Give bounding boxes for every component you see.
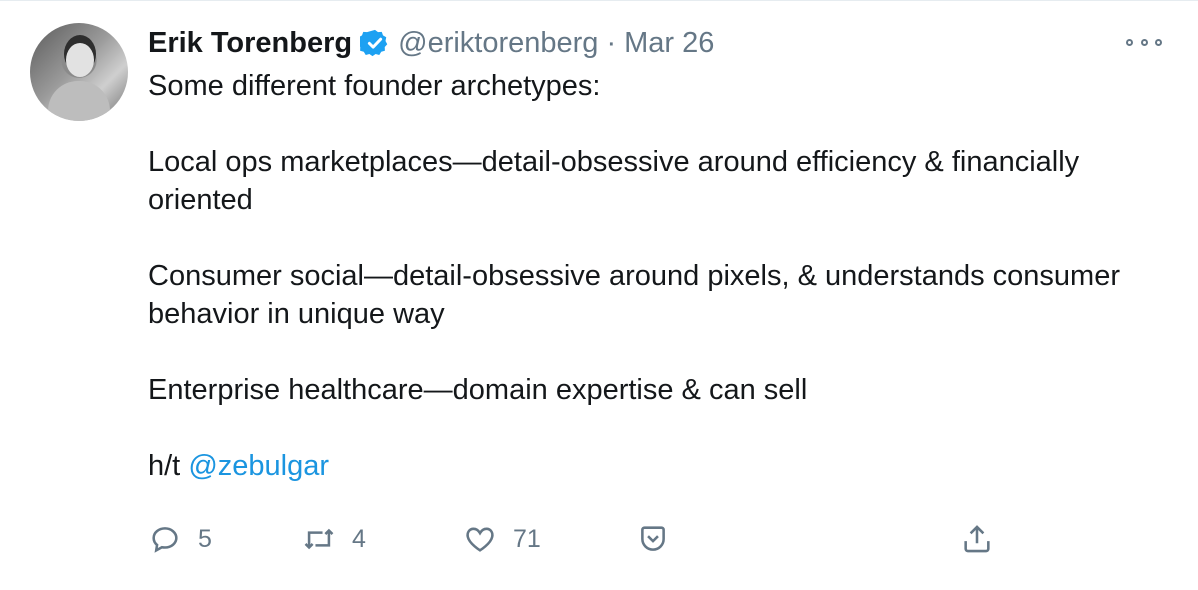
more-icon[interactable]	[1126, 35, 1162, 49]
tweet-date[interactable]: Mar 26	[624, 27, 714, 60]
header-separator: ·	[606, 26, 617, 59]
like-button[interactable]: 71	[463, 517, 541, 561]
more-dot	[1140, 38, 1148, 46]
avatar-head	[66, 43, 94, 77]
tweet-text: Some different founder archetypes: Local…	[148, 67, 1158, 485]
tweet-card[interactable]: Erik Torenberg @eriktorenberg · Mar 26 S…	[0, 0, 1198, 590]
reply-count: 5	[198, 524, 212, 553]
tweet-line: Consumer social—detail-obsessive around …	[148, 260, 1120, 330]
reply-icon	[152, 527, 178, 553]
retweet-button[interactable]: 4	[302, 517, 366, 561]
tweet-header: Erik Torenberg @eriktorenberg · Mar 26	[148, 25, 714, 61]
like-icon	[466, 527, 494, 552]
tweet-line-ht: h/t @zebulgar	[148, 447, 1158, 485]
tweet-line: Some different founder archetypes:	[148, 70, 601, 102]
tweet-actions: 5 4 71	[148, 517, 1168, 561]
more-dot	[1126, 38, 1133, 46]
retweet-icon	[304, 528, 334, 550]
avatar[interactable]	[30, 23, 128, 121]
avatar-shoulders	[48, 81, 110, 121]
author-name[interactable]: Erik Torenberg	[148, 27, 352, 60]
verified-badge-icon	[360, 29, 388, 57]
ht-prefix: h/t	[148, 450, 181, 482]
mention-link[interactable]: @zebulgar	[188, 450, 329, 482]
author-handle[interactable]: @eriktorenberg	[398, 27, 598, 60]
bookmark-button[interactable]	[636, 517, 670, 561]
retweet-count: 4	[352, 524, 366, 553]
more-dot	[1155, 38, 1162, 46]
reply-button[interactable]: 5	[148, 517, 212, 561]
bookmark-icon	[641, 526, 665, 551]
tweet-line: Local ops marketplaces—detail-obsessive …	[148, 146, 1080, 216]
tweet-line: Enterprise healthcare—domain expertise &…	[148, 374, 808, 406]
share-icon	[964, 525, 990, 553]
like-count: 71	[513, 524, 541, 553]
share-button[interactable]	[960, 517, 994, 561]
